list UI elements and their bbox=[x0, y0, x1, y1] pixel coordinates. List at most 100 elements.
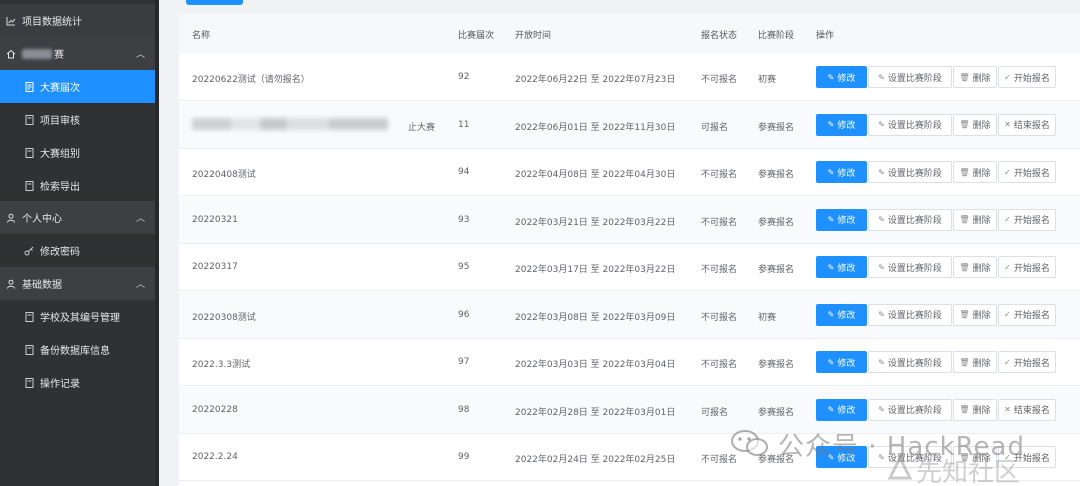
chevron-up-icon: ︿ bbox=[135, 280, 145, 290]
start-signup-button[interactable]: ✓ 开始报名 bbox=[998, 351, 1056, 373]
table-row: 20220317 95 2022年03月17日 至 2022年03月22日 不可报名 参… bbox=[179, 244, 1080, 291]
check-icon: ✓ bbox=[1004, 310, 1011, 319]
delete-button[interactable]: 🗑 删除 bbox=[953, 113, 997, 136]
add-button[interactable] bbox=[186, 0, 243, 5]
cell-name: 2022.3.3测试 bbox=[192, 360, 251, 370]
signup-button-label: 开始报名 bbox=[1013, 453, 1050, 464]
table-row: 20220622测试（请勿报名） 92 2022年06月22日 至 2022年07月… bbox=[179, 54, 1080, 101]
edit-button[interactable]: ✎ 修改 bbox=[816, 303, 867, 326]
sidebar-item-contest-sessions[interactable]: 大赛届次 bbox=[0, 70, 159, 103]
sidebar-item-label: 项目数据统计 bbox=[22, 17, 82, 28]
sidebar-item-school-codes[interactable]: 学校及其编号管理 bbox=[0, 300, 159, 333]
document-icon bbox=[24, 344, 34, 355]
cell-session: 98 bbox=[458, 404, 470, 415]
set-stage-button[interactable]: ✎ 设置比赛阶段 bbox=[868, 398, 952, 421]
set-stage-button[interactable]: ✎ 设置比赛阶段 bbox=[868, 208, 952, 231]
pencil-icon: ✎ bbox=[878, 167, 885, 177]
edit-button[interactable]: ✎ 修改 bbox=[816, 351, 867, 373]
row-actions: ✎ 修改 ✎ 设置比赛阶段 🗑 删除 ✓ 开始报名 bbox=[816, 256, 1057, 278]
set-stage-button[interactable]: ✎ 设置比赛阶段 bbox=[868, 446, 952, 468]
pencil-icon: ✎ bbox=[878, 357, 885, 367]
edit-button-label: 修改 bbox=[837, 358, 856, 369]
delete-button[interactable]: 🗑 删除 bbox=[953, 66, 997, 88]
edit-button[interactable]: ✎ 修改 bbox=[816, 398, 867, 421]
sidebar-item-db-backup[interactable]: 备份数据库信息 bbox=[0, 333, 159, 366]
trash-icon: 🗑 bbox=[959, 167, 970, 177]
table-row: 20220408测试 94 2022年04月08日 至 2022年04月30日 不可报… bbox=[179, 149, 1080, 196]
set-stage-button[interactable]: ✎ 设置比赛阶段 bbox=[868, 303, 952, 326]
cell-signup-status: 可报名 bbox=[701, 407, 729, 418]
delete-button[interactable]: 🗑 删除 bbox=[953, 446, 997, 468]
sidebar-item-operation-log[interactable]: 操作记录 bbox=[0, 366, 159, 399]
cell-stage: 参赛报名 bbox=[758, 170, 795, 180]
edit-button-label: 修改 bbox=[837, 216, 856, 226]
document-icon bbox=[24, 81, 34, 92]
delete-button[interactable]: 🗑 删除 bbox=[953, 351, 997, 373]
row-actions: ✎ 修改 ✎ 设置比赛阶段 🗑 删除 ✕ 结束报名 bbox=[816, 398, 1057, 421]
sidebar-item-contest-groups[interactable]: 大赛组别 bbox=[0, 136, 159, 169]
edit-button[interactable]: ✎ 修改 bbox=[816, 161, 867, 183]
sidebar-group-base-data[interactable]: 基础数据 ︿ bbox=[0, 267, 159, 300]
sidebar-group-label: 基础数据 bbox=[22, 280, 62, 291]
delete-button[interactable]: 🗑 删除 bbox=[953, 161, 997, 183]
delete-button[interactable]: 🗑 删除 bbox=[953, 256, 997, 278]
set-stage-button-label: 设置比赛阶段 bbox=[887, 406, 942, 416]
sidebar-item-project-review[interactable]: 项目审核 bbox=[0, 103, 159, 136]
sidebar-group-personal[interactable]: 个人中心 ︿ bbox=[0, 201, 159, 234]
edit-button[interactable]: ✎ 修改 bbox=[816, 256, 867, 278]
table-row: 2022.3.3测试 97 2022年03月03日 至 2022年03月04日 不可报… bbox=[179, 339, 1080, 386]
start-signup-button[interactable]: ✓ 开始报名 bbox=[998, 66, 1056, 88]
delete-button-label: 删除 bbox=[972, 406, 991, 416]
edit-button[interactable]: ✎ 修改 bbox=[816, 113, 867, 136]
sidebar-group-contest[interactable]: 赛 ︿ bbox=[0, 37, 159, 70]
cell-session: 96 bbox=[458, 309, 470, 320]
sidebar-item-change-password[interactable]: 修改密码 bbox=[0, 234, 159, 267]
set-stage-button-label: 设置比赛阶段 bbox=[887, 311, 942, 321]
edit-button[interactable]: ✎ 修改 bbox=[816, 208, 867, 231]
delete-button[interactable]: 🗑 删除 bbox=[953, 208, 997, 231]
cell-signup-status: 不可报名 bbox=[701, 360, 738, 370]
cell-stage: 参赛报名 bbox=[758, 455, 795, 465]
cell-open-time: 2022年06月01日 至 2022年11月30日 bbox=[515, 122, 676, 133]
edit-button[interactable]: ✎ 修改 bbox=[816, 446, 867, 468]
set-stage-button[interactable]: ✎ 设置比赛阶段 bbox=[868, 161, 952, 183]
check-icon: ✓ bbox=[1004, 72, 1011, 82]
delete-button-label: 删除 bbox=[972, 216, 991, 226]
sidebar-item-label: 修改密码 bbox=[40, 247, 80, 258]
set-stage-button[interactable]: ✎ 设置比赛阶段 bbox=[868, 256, 952, 278]
signup-button-label: 结束报名 bbox=[1013, 406, 1050, 416]
pencil-icon: ✎ bbox=[827, 405, 835, 414]
document-icon bbox=[24, 114, 34, 125]
cell-signup-status: 不可报名 bbox=[701, 170, 738, 180]
edit-button[interactable]: ✎ 修改 bbox=[816, 66, 867, 88]
cell-stage: 参赛报名 bbox=[758, 360, 795, 370]
set-stage-button[interactable]: ✎ 设置比赛阶段 bbox=[868, 351, 952, 373]
cell-signup-status: 不可报名 bbox=[701, 455, 738, 465]
start-signup-button[interactable]: ✓ 开始报名 bbox=[998, 161, 1056, 183]
start-signup-button[interactable]: ✓ 开始报名 bbox=[998, 208, 1056, 231]
sidebar-item-project-stats[interactable]: 项目数据统计 bbox=[0, 4, 159, 37]
pencil-icon: ✎ bbox=[878, 452, 885, 462]
delete-button[interactable]: 🗑 删除 bbox=[953, 398, 997, 421]
close-icon: ✕ bbox=[1004, 120, 1011, 129]
cell-name: 20220321 bbox=[192, 214, 238, 225]
end-signup-button[interactable]: ✕ 结束报名 bbox=[998, 113, 1056, 136]
end-signup-button[interactable]: ✕ 结束报名 bbox=[998, 398, 1056, 421]
edit-button-label: 修改 bbox=[837, 263, 856, 274]
document-icon bbox=[24, 311, 34, 322]
set-stage-button[interactable]: ✎ 设置比赛阶段 bbox=[868, 66, 952, 88]
start-signup-button[interactable]: ✓ 开始报名 bbox=[998, 303, 1056, 326]
row-actions: ✎ 修改 ✎ 设置比赛阶段 🗑 删除 ✓ 开始报名 bbox=[816, 303, 1057, 326]
cell-open-time: 2022年06月22日 至 2022年07月23日 bbox=[515, 75, 676, 85]
delete-button[interactable]: 🗑 删除 bbox=[953, 303, 997, 326]
signup-button-label: 开始报名 bbox=[1013, 358, 1050, 369]
trash-icon: 🗑 bbox=[959, 262, 970, 272]
cell-name: 20220317 bbox=[192, 262, 238, 272]
trash-icon: 🗑 bbox=[959, 310, 970, 319]
start-signup-button[interactable]: ✓ 开始报名 bbox=[998, 256, 1056, 278]
signup-button-label: 结束报名 bbox=[1013, 121, 1050, 131]
sidebar-item-search-export[interactable]: 检索导出 bbox=[0, 169, 159, 202]
set-stage-button[interactable]: ✎ 设置比赛阶段 bbox=[868, 113, 952, 136]
cell-stage: 初赛 bbox=[758, 312, 777, 323]
start-signup-button[interactable]: ✓ 开始报名 bbox=[998, 446, 1056, 468]
